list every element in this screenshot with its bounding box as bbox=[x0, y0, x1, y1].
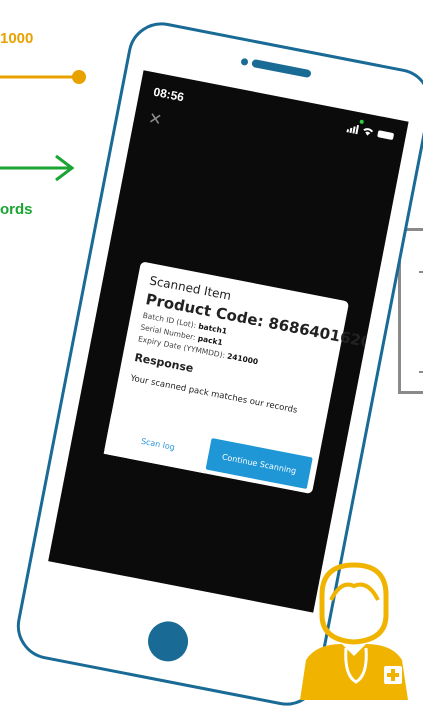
home-button[interactable] bbox=[144, 617, 192, 665]
green-callout-text: ords bbox=[0, 201, 33, 218]
battery-icon bbox=[377, 130, 395, 141]
signal-icon bbox=[346, 123, 360, 135]
yellow-endpoint-dot bbox=[72, 70, 86, 84]
continue-scanning-button[interactable]: Continue Scanning bbox=[205, 438, 313, 490]
expiry-value: 241000 bbox=[226, 351, 259, 367]
status-icons bbox=[346, 123, 395, 141]
wifi-icon bbox=[363, 128, 374, 136]
dialog-actions: Scan log Continue Scanning bbox=[103, 414, 320, 494]
status-time: 08:56 bbox=[152, 84, 186, 105]
scan-result-dialog: Scanned Item Product Code: 8686401620064… bbox=[103, 261, 409, 495]
front-camera bbox=[240, 57, 249, 66]
scan-log-button[interactable]: Scan log bbox=[103, 414, 213, 474]
serial-value: pack1 bbox=[197, 333, 224, 348]
privacy-indicator-dot bbox=[359, 119, 365, 125]
close-icon[interactable]: ✕ bbox=[147, 108, 164, 130]
yellow-callout-text: 1000 bbox=[0, 30, 34, 47]
phone-speaker bbox=[251, 58, 312, 79]
doctor-icon bbox=[300, 562, 408, 700]
